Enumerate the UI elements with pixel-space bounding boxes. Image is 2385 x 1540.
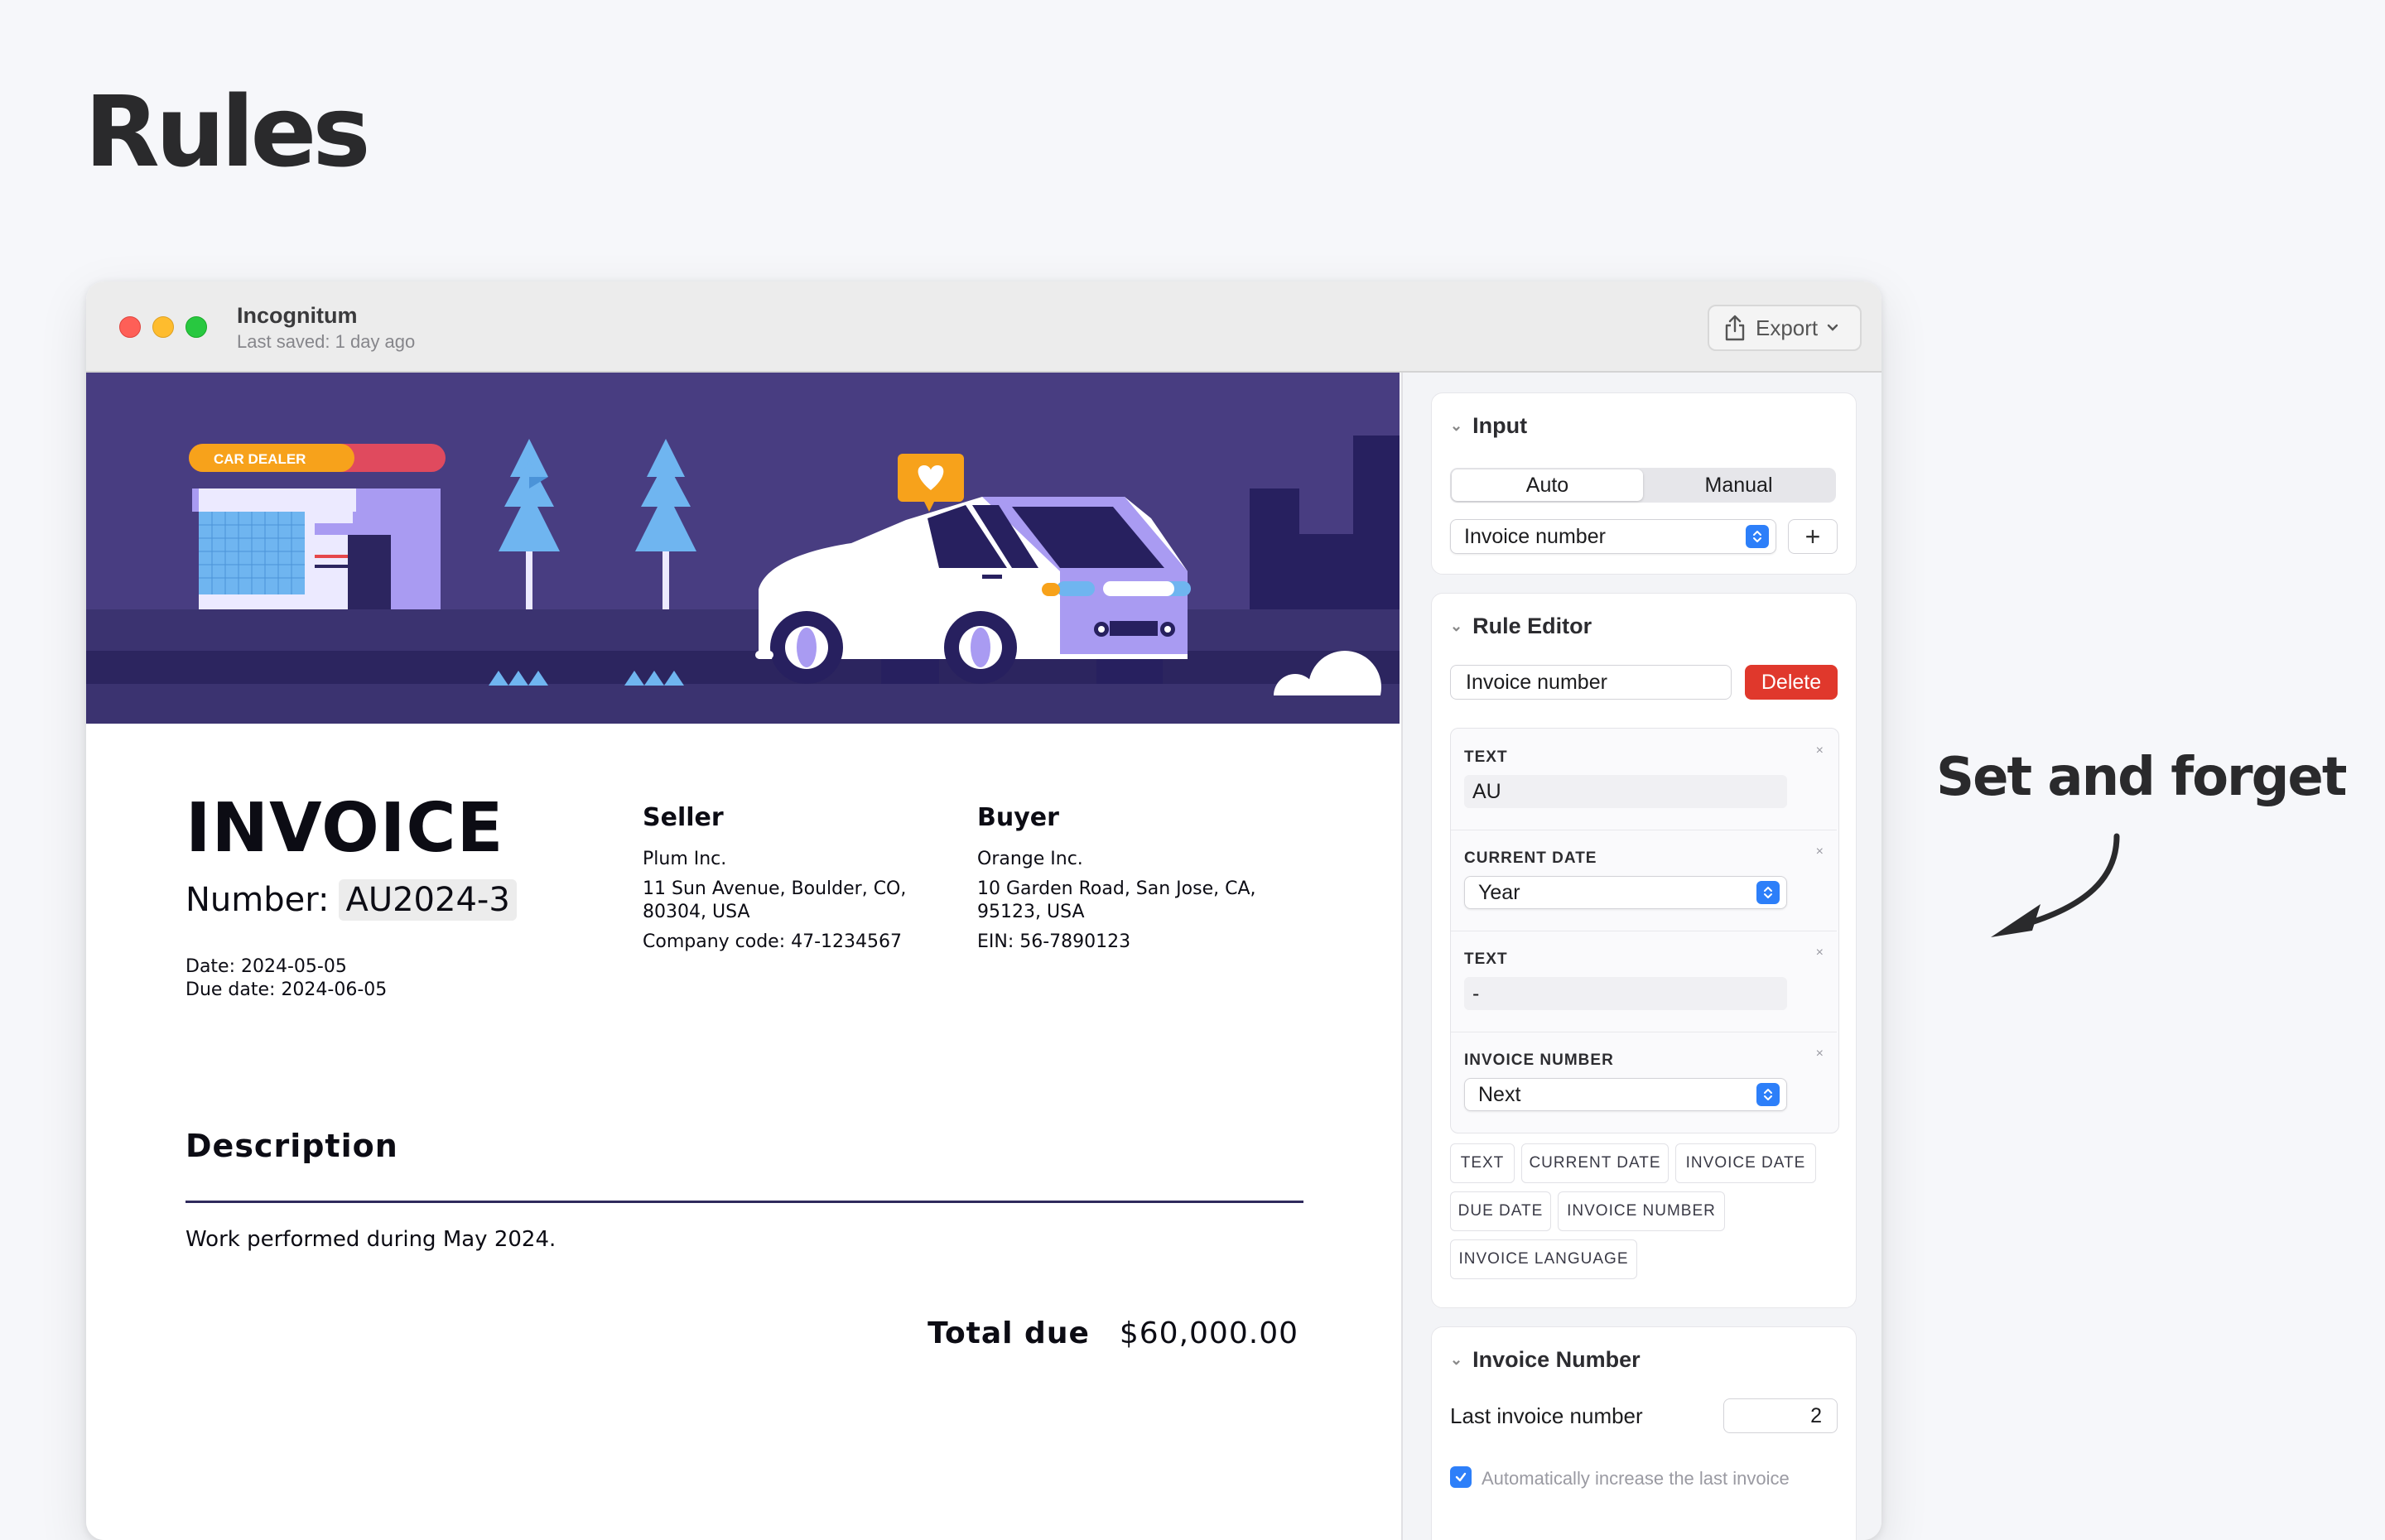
invoice-number-value: AU2024-3 xyxy=(339,879,517,921)
invoice-heading: INVOICE xyxy=(186,789,504,868)
title-bar: Incognitum Last saved: 1 day ago Export xyxy=(86,282,1882,373)
chevron-down-icon: ⌄ xyxy=(1450,417,1463,434)
invoice-number-label: Number: xyxy=(186,881,330,919)
invoice-banner: CAR DEALER xyxy=(86,373,1400,724)
rule-editor-heading: Rule Editor xyxy=(1472,614,1592,638)
mode-manual[interactable]: Manual xyxy=(1643,469,1834,501)
delete-rule-button[interactable]: Delete xyxy=(1745,665,1838,700)
total-due-label: Total due xyxy=(928,1316,1090,1350)
invoice-number-row: Number: AU2024-3 xyxy=(186,879,517,921)
app-window: Incognitum Last saved: 1 day ago Export xyxy=(86,282,1882,1540)
token-type-label: TEXT xyxy=(1464,748,1508,766)
due-date-value: 2024-06-05 xyxy=(281,979,388,1000)
document-title: Incognitum xyxy=(237,303,358,328)
chevron-down-icon xyxy=(1827,324,1838,331)
chevron-down-icon: ⌄ xyxy=(1450,1351,1463,1368)
date-value: 2024-05-05 xyxy=(241,956,347,977)
mode-auto[interactable]: Auto xyxy=(1452,469,1643,501)
remove-token-icon[interactable]: × xyxy=(1816,744,1824,758)
buyer-ein: EIN: 56-7890123 xyxy=(977,931,1131,952)
date-label: Date: xyxy=(186,956,235,977)
input-card: ⌄ Input Auto Manual Invoice number + xyxy=(1431,392,1857,575)
token-select-value: Year xyxy=(1478,880,1520,904)
description-text: Work performed during May 2024. xyxy=(186,1227,556,1252)
share-icon xyxy=(1725,315,1745,341)
export-label: Export xyxy=(1756,315,1819,340)
input-field-value: Invoice number xyxy=(1464,524,1606,548)
add-token-due-date-chip[interactable]: DUE DATE xyxy=(1450,1191,1551,1231)
invoice-number-heading: Invoice Number xyxy=(1472,1347,1641,1372)
seller-block: Seller Plum Inc. 11 Sun Avenue, Boulder,… xyxy=(643,806,916,960)
rule-token: TEXT × AU xyxy=(1451,729,1837,830)
export-button[interactable]: Export xyxy=(1708,305,1862,351)
remove-token-icon[interactable]: × xyxy=(1816,1047,1824,1061)
seller-name: Plum Inc. xyxy=(643,849,727,869)
token-type-label: CURRENT DATE xyxy=(1464,849,1597,867)
updown-icon xyxy=(1756,1083,1780,1106)
add-token-invoice-number-chip[interactable]: INVOICE NUMBER xyxy=(1558,1191,1725,1231)
token-select[interactable]: Next xyxy=(1464,1078,1787,1111)
curved-arrow-icon xyxy=(1991,833,2120,937)
add-token-invoice-language-chip[interactable]: INVOICE LANGUAGE xyxy=(1450,1239,1637,1279)
rule-token: TEXT × - xyxy=(1451,931,1837,1032)
add-input-button[interactable]: + xyxy=(1788,519,1838,554)
car-dealer-illustration: CAR DEALER xyxy=(86,436,1400,724)
invoice-number-section-toggle[interactable]: ⌄ Invoice Number xyxy=(1450,1347,1641,1373)
updown-icon xyxy=(1746,525,1769,548)
dealer-sign-text: CAR DEALER xyxy=(214,451,306,467)
total-due-value: $60,000.00 xyxy=(1119,1316,1298,1350)
input-field-select[interactable]: Invoice number xyxy=(1450,519,1776,554)
remove-token-icon[interactable]: × xyxy=(1816,845,1824,859)
rule-token-list: TEXT × AU CURRENT DATE × Year TEXT × - I… xyxy=(1450,728,1839,1133)
close-window-button[interactable] xyxy=(119,316,141,338)
description-divider xyxy=(186,1201,1303,1203)
auto-increase-checkbox[interactable] xyxy=(1450,1466,1472,1488)
rule-token: CURRENT DATE × Year xyxy=(1451,830,1837,931)
add-token-text-chip[interactable]: TEXT xyxy=(1450,1143,1515,1183)
total-due-row: Total due $60,000.00 xyxy=(928,1316,1298,1350)
chevron-down-icon: ⌄ xyxy=(1450,618,1463,634)
updown-icon xyxy=(1756,881,1780,904)
invoice-dates: Date: 2024-05-05 Due date: 2024-06-05 xyxy=(186,955,387,1002)
invoice-number-card: ⌄ Invoice Number Last invoice number 2 A… xyxy=(1431,1326,1857,1540)
checkmark-icon xyxy=(1455,1472,1467,1482)
token-type-label: TEXT xyxy=(1464,950,1508,968)
last-invoice-number-field[interactable]: 2 xyxy=(1723,1398,1838,1433)
buyer-name: Orange Inc. xyxy=(977,849,1083,869)
token-text-input[interactable]: AU xyxy=(1464,775,1787,808)
buyer-address: 10 Garden Road, San Jose, CA, 95123, USA xyxy=(977,878,1256,922)
auto-increase-label: Automatically increase the last invoice xyxy=(1482,1468,1790,1489)
token-text-input[interactable]: - xyxy=(1464,977,1787,1010)
input-heading: Input xyxy=(1472,413,1528,438)
seller-heading: Seller xyxy=(643,803,724,832)
token-type-label: INVOICE NUMBER xyxy=(1464,1052,1614,1069)
description-heading: Description xyxy=(186,1128,398,1164)
token-select-value: Next xyxy=(1478,1082,1521,1106)
rule-editor-card: ⌄ Rule Editor Invoice number Delete TEXT… xyxy=(1431,593,1857,1308)
page-hero-title: Rules xyxy=(84,75,371,189)
token-select[interactable]: Year xyxy=(1464,876,1787,909)
buyer-block: Buyer Orange Inc. 10 Garden Road, San Jo… xyxy=(977,806,1275,960)
due-date-label: Due date: xyxy=(186,979,276,1000)
seller-address: 11 Sun Avenue, Boulder, CO, 80304, USA xyxy=(643,878,907,922)
minimize-window-button[interactable] xyxy=(152,316,174,338)
remove-token-icon[interactable]: × xyxy=(1816,946,1824,960)
buyer-heading: Buyer xyxy=(977,803,1059,832)
tagline: Set and forget xyxy=(1936,747,2347,808)
input-mode-segmented: Auto Manual xyxy=(1450,468,1836,503)
inspector-sidebar: ⌄ Input Auto Manual Invoice number + ⌄ R… xyxy=(1401,373,1882,1540)
seller-company-code: Company code: 47-1234567 xyxy=(643,931,903,952)
rule-token: INVOICE NUMBER × Next xyxy=(1451,1032,1837,1133)
rule-name-input[interactable]: Invoice number xyxy=(1450,665,1732,700)
invoice-preview: CAR DEALER INVOICE Number: AU2024-3 Date… xyxy=(86,373,1400,1540)
last-saved-status: Last saved: 1 day ago xyxy=(237,331,416,352)
add-token-current-date-chip[interactable]: CURRENT DATE xyxy=(1521,1143,1669,1183)
last-invoice-number-label: Last invoice number xyxy=(1450,1403,1643,1428)
input-section-toggle[interactable]: ⌄ Input xyxy=(1450,413,1527,439)
add-token-invoice-date-chip[interactable]: INVOICE DATE xyxy=(1675,1143,1816,1183)
rule-editor-section-toggle[interactable]: ⌄ Rule Editor xyxy=(1450,614,1592,639)
zoom-window-button[interactable] xyxy=(186,316,207,338)
